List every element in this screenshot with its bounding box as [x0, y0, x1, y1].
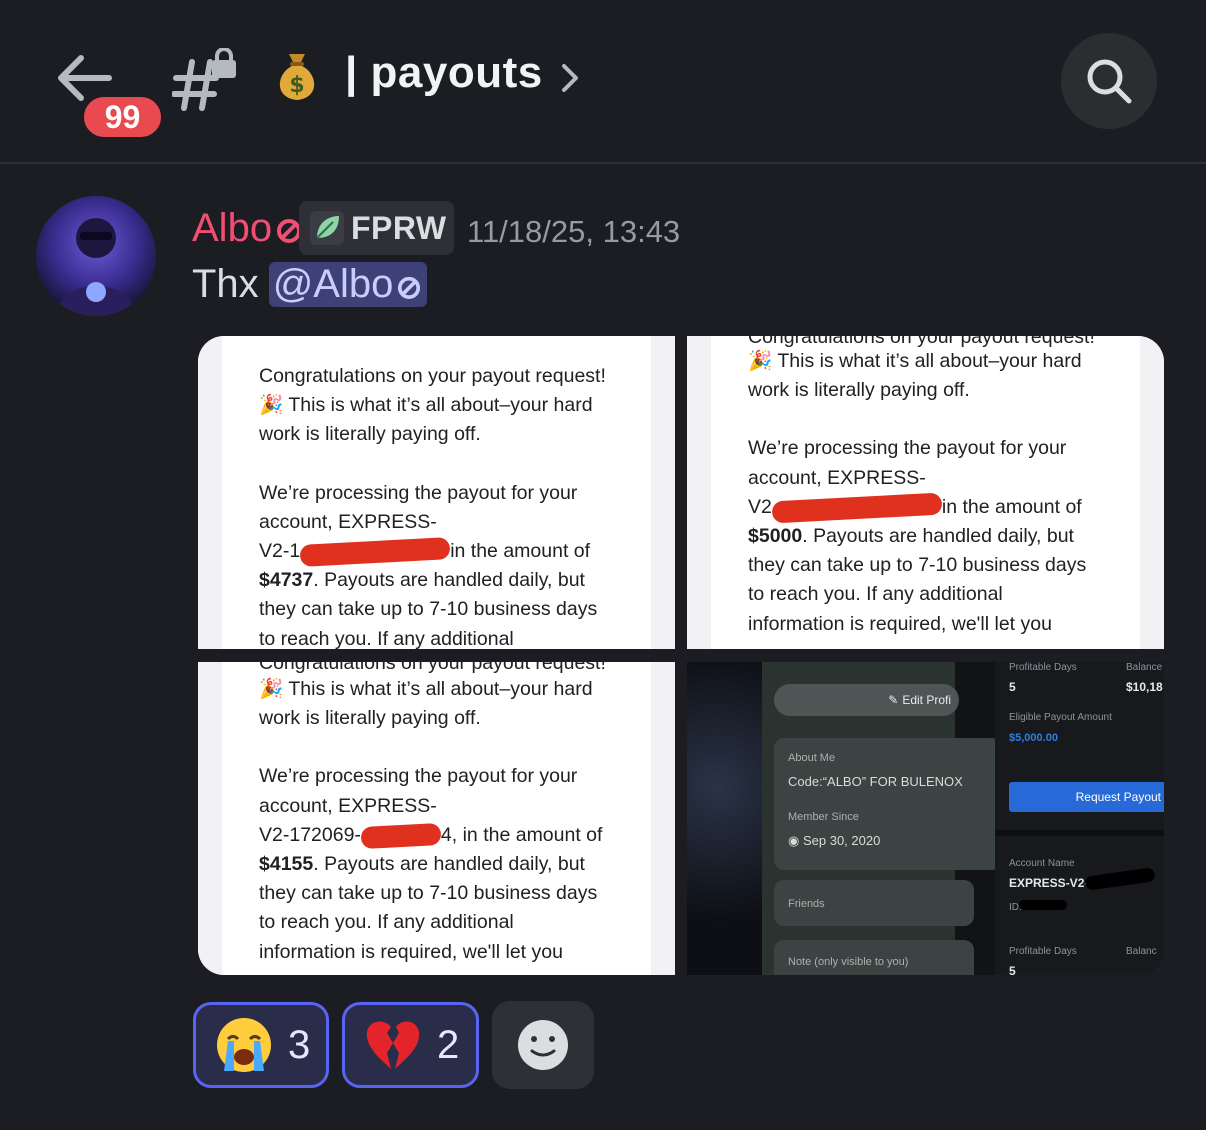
- chevron-right-icon[interactable]: [556, 60, 584, 96]
- profile-panel: ✎ Edit Profi About Me Code:“ALBO” FOR BU…: [762, 662, 1002, 975]
- gutter: [198, 662, 222, 975]
- reaction-crying[interactable]: 3: [193, 1002, 329, 1088]
- svg-text:$: $: [289, 73, 304, 98]
- message-content: Thx @Albo: [192, 262, 428, 307]
- gutter: [198, 336, 222, 649]
- about-me-card: About Me Code:“ALBO” FOR BULENOX Member …: [774, 738, 1002, 870]
- guild-tag-label: FPRW: [351, 209, 447, 246]
- email-text: 🎉 This is what it’s all about–your hard …: [259, 678, 603, 963]
- divider: [995, 830, 1164, 836]
- pencil-icon: ✎: [888, 693, 899, 707]
- message-author[interactable]: Albo: [192, 206, 304, 251]
- blurred-background: [687, 662, 762, 975]
- discord-icon: ◉: [788, 833, 803, 848]
- friends-card: Friends: [774, 880, 974, 926]
- cut-off-line: Congratulations on your payout request!: [259, 662, 606, 674]
- image-attachment-3[interactable]: Congratulations on your payout request! …: [198, 662, 675, 975]
- reaction-broken-heart[interactable]: 2: [342, 1002, 479, 1088]
- party-popper-icon: 🎉: [259, 394, 284, 417]
- broken-heart-icon: [366, 1021, 420, 1069]
- no-entry-icon: [398, 276, 421, 299]
- search-icon: [1087, 59, 1132, 104]
- locked-hash-icon: [171, 47, 240, 112]
- money-bag-icon: $: [272, 50, 322, 102]
- redaction-mark: [771, 492, 943, 524]
- edit-profile-button: ✎ Edit Profi: [774, 684, 959, 716]
- reaction-count: 2: [437, 1022, 460, 1067]
- redaction-mark: [360, 822, 442, 849]
- loudly-crying-face-icon: [217, 1018, 271, 1072]
- account-panel: Profitable Days Balance 5 $10,18 Eligibl…: [995, 662, 1164, 975]
- image-attachment-1[interactable]: Congratulations on your payout request! …: [198, 336, 675, 649]
- channel-header: 99 $ | payouts: [0, 0, 1206, 164]
- redaction-mark: [1084, 867, 1156, 891]
- message-text: Thx: [192, 262, 259, 306]
- reaction-count: 3: [288, 1022, 311, 1067]
- party-popper-icon: 🎉: [748, 350, 773, 372]
- redaction-mark: [1019, 900, 1067, 910]
- note-card: Note (only visible to you): [774, 940, 974, 975]
- add-reaction-button[interactable]: [492, 1001, 594, 1089]
- image-attachment-2[interactable]: Congratulations on your payout request! …: [687, 336, 1164, 649]
- channel-name[interactable]: | payouts: [345, 48, 543, 98]
- avatar[interactable]: [36, 196, 156, 316]
- email-text: 🎉 This is what it’s all about–your hard …: [748, 350, 1087, 635]
- search-button[interactable]: [1061, 33, 1157, 129]
- guild-tag[interactable]: FPRW: [299, 201, 454, 255]
- smiley-icon: [518, 1020, 568, 1070]
- gutter: [687, 336, 711, 649]
- unread-badge: 99: [80, 93, 165, 141]
- email-text: Congratulations on your payout request! …: [259, 365, 606, 649]
- leaf-icon: [310, 211, 344, 245]
- user-mention[interactable]: @Albo: [268, 262, 428, 307]
- request-payout-button: Request Payout: [1009, 782, 1164, 812]
- gutter: [1140, 336, 1164, 649]
- party-popper-icon: 🎉: [259, 678, 284, 700]
- redaction-mark: [299, 536, 451, 567]
- author-name: Albo: [192, 206, 273, 250]
- image-attachment-4[interactable]: ✎ Edit Profi About Me Code:“ALBO” FOR BU…: [687, 662, 1164, 975]
- gutter: [651, 336, 675, 649]
- message-timestamp: 11/18/25, 13:43: [467, 214, 681, 249]
- gutter: [651, 662, 675, 975]
